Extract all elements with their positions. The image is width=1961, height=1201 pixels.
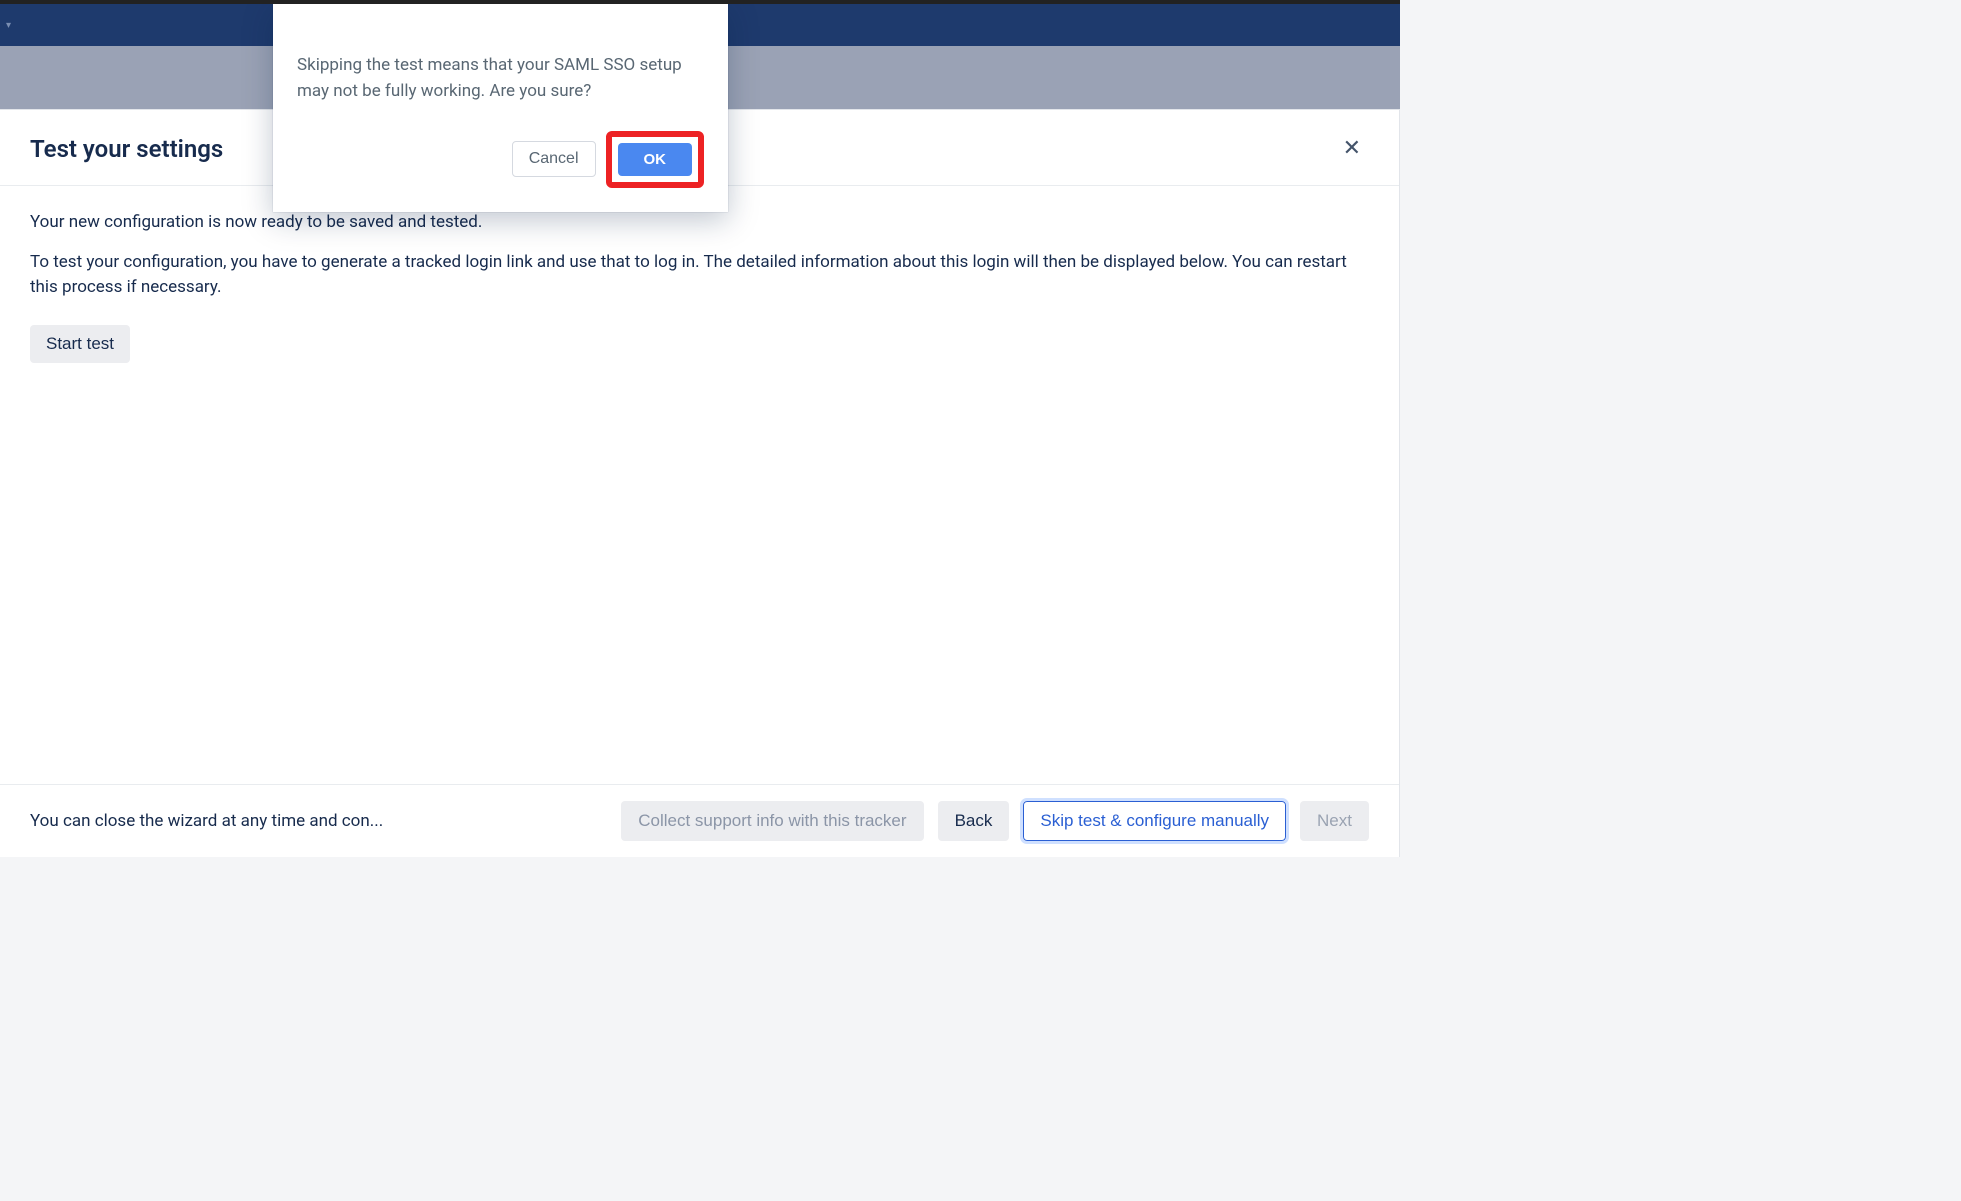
ok-highlight-box: OK — [606, 131, 705, 188]
confirm-skip-modal: Skipping the test means that your SAML S… — [273, 4, 728, 212]
modal-actions: Cancel OK — [297, 131, 704, 188]
footer-actions: Collect support info with this tracker B… — [621, 801, 1369, 841]
settings-panel: Test your settings ✕ Your new configurat… — [0, 109, 1400, 857]
app-viewport: ▾ Test your settings ✕ Your new configur… — [0, 0, 1400, 857]
ok-button[interactable]: OK — [618, 143, 693, 176]
cancel-button[interactable]: Cancel — [512, 141, 596, 177]
wizard-hint-text: You can close the wizard at any time and… — [30, 811, 383, 831]
collect-support-button[interactable]: Collect support info with this tracker — [621, 801, 923, 841]
intro-text-2: To test your configuration, you have to … — [30, 250, 1350, 301]
next-button[interactable]: Next — [1300, 801, 1369, 841]
intro-text-1: Your new configuration is now ready to b… — [30, 210, 1350, 236]
page-title: Test your settings — [30, 135, 223, 163]
start-test-button[interactable]: Start test — [30, 325, 130, 363]
skip-test-button[interactable]: Skip test & configure manually — [1023, 801, 1286, 841]
panel-body: Your new configuration is now ready to b… — [0, 186, 1399, 784]
chevron-down-icon[interactable]: ▾ — [6, 20, 11, 31]
panel-footer: You can close the wizard at any time and… — [0, 784, 1399, 857]
close-icon[interactable]: ✕ — [1335, 132, 1369, 165]
modal-message: Skipping the test means that your SAML S… — [297, 52, 704, 105]
back-button[interactable]: Back — [938, 801, 1010, 841]
